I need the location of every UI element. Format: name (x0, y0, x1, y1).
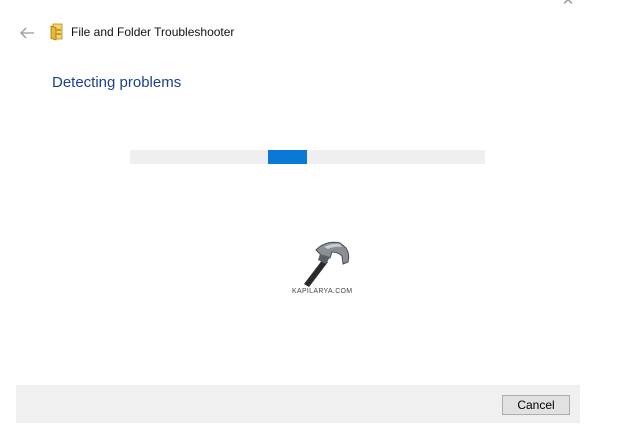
page-heading: Detecting problems (52, 74, 182, 91)
cancel-button[interactable]: Cancel (502, 395, 570, 415)
watermark-text: KAPILARYA.COM (292, 288, 353, 295)
back-arrow-icon (20, 27, 34, 39)
window-title: File and Folder Troubleshooter (71, 25, 235, 39)
troubleshooter-window: ✕ File and Folder Troubleshooter Detecti… (0, 0, 642, 428)
close-icon[interactable]: ✕ (560, 0, 576, 8)
back-button[interactable] (18, 23, 38, 43)
watermark: KAPILARYA.COM (288, 238, 358, 300)
title-bar: File and Folder Troubleshooter (0, 20, 600, 46)
footer-bar: Cancel (16, 385, 580, 423)
folder-troubleshooter-icon (50, 23, 64, 41)
hammer-icon (304, 241, 350, 287)
progress-bar (130, 150, 485, 164)
progress-indicator (268, 150, 307, 164)
